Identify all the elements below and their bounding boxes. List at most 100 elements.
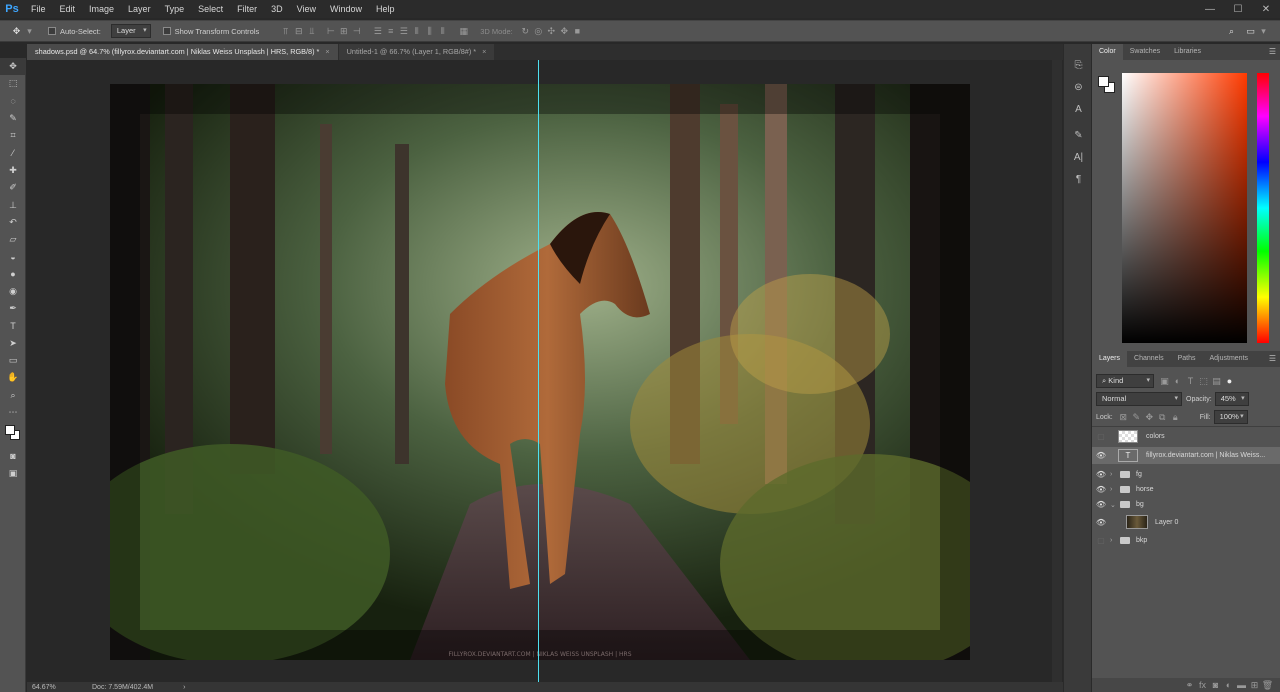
opacity-input[interactable]: 45%: [1214, 392, 1249, 406]
transform-controls-checkbox[interactable]: [162, 27, 171, 35]
tab-swatches[interactable]: Swatches: [1123, 44, 1167, 60]
pen-tool-icon[interactable]: ✒: [0, 300, 26, 317]
close-icon[interactable]: ×: [325, 47, 329, 56]
eye-icon[interactable]: 👁︎: [1092, 518, 1110, 527]
zoom-level[interactable]: 64.67%: [32, 684, 82, 691]
eye-icon[interactable]: 👁︎: [1092, 470, 1110, 479]
align-right-icon[interactable]: ⊣: [350, 26, 363, 37]
mask-icon[interactable]: ◙: [1209, 680, 1222, 690]
distribute-hcenter-icon[interactable]: ⫼: [423, 26, 436, 37]
close-icon[interactable]: ×: [482, 47, 486, 56]
hue-slider[interactable]: [1257, 73, 1269, 343]
filter-adjustment-icon[interactable]: ◐: [1171, 376, 1184, 386]
tab-layers[interactable]: Layers: [1092, 351, 1128, 367]
chevron-right-icon[interactable]: ›: [1110, 486, 1118, 493]
quick-mask-icon[interactable]: ◙: [0, 447, 26, 464]
trash-icon[interactable]: 🗑︎: [1261, 680, 1274, 691]
layer-row-colors[interactable]: ▢ colors: [1092, 428, 1280, 445]
workspace-icon[interactable]: ▭: [1244, 26, 1257, 37]
color-swatches[interactable]: [0, 421, 26, 447]
layer-row-layer0[interactable]: 👁︎ Layer 0: [1092, 512, 1280, 532]
history-icon[interactable]: ⎘: [1064, 54, 1093, 76]
blur-tool-icon[interactable]: ●: [0, 266, 26, 283]
menu-3d[interactable]: 3D: [264, 0, 290, 18]
paragraph-icon[interactable]: ¶: [1064, 168, 1093, 190]
lock-transparent-icon[interactable]: ⊠: [1117, 412, 1130, 423]
fill-input[interactable]: 100%: [1213, 410, 1248, 424]
folder-icon[interactable]: ▬: [1235, 680, 1248, 690]
eraser-tool-icon[interactable]: ▱: [0, 231, 26, 248]
filter-type-icon[interactable]: T: [1184, 376, 1197, 386]
lock-pixels-icon[interactable]: ✎: [1130, 412, 1143, 423]
screen-mode-icon[interactable]: ▣: [0, 465, 26, 482]
quick-select-tool-icon[interactable]: ✎: [0, 110, 26, 127]
link-icon[interactable]: ⚭: [1183, 680, 1196, 691]
chevron-down-icon[interactable]: ▾: [1257, 26, 1270, 37]
status-arrow-icon[interactable]: ›: [183, 684, 185, 691]
menu-select[interactable]: Select: [191, 0, 230, 18]
3d-slide-icon[interactable]: ✥: [558, 26, 571, 37]
tab-color[interactable]: Color: [1092, 44, 1123, 60]
3d-roll-icon[interactable]: ◎: [532, 26, 545, 37]
move-tool-icon[interactable]: ✥: [0, 58, 26, 76]
3d-pan-icon[interactable]: ✣: [545, 26, 558, 37]
color-field[interactable]: [1122, 73, 1247, 343]
filter-kind-dropdown[interactable]: ⌕ Kind: [1096, 374, 1154, 388]
eye-icon[interactable]: 👁︎: [1092, 485, 1110, 494]
marquee-tool-icon[interactable]: ⬚: [0, 75, 26, 92]
layer-row-bg[interactable]: 👁︎ ⌄ bg: [1092, 496, 1280, 513]
lock-artboard-icon[interactable]: ⧉: [1156, 412, 1169, 423]
filter-pixel-icon[interactable]: ▣: [1158, 376, 1171, 387]
tab-channels[interactable]: Channels: [1127, 351, 1171, 367]
chevron-right-icon[interactable]: ›: [1110, 471, 1118, 478]
eye-icon[interactable]: 👁︎: [1092, 500, 1110, 509]
eye-icon[interactable]: 👁︎: [1092, 451, 1110, 460]
align-bottom-icon[interactable]: ⫫: [305, 26, 318, 37]
close-button[interactable]: ✕: [1252, 0, 1280, 18]
path-select-tool-icon[interactable]: ➤: [0, 335, 26, 352]
align-vcenter-icon[interactable]: ⊟: [292, 26, 305, 37]
lock-all-icon[interactable]: 🔒︎: [1169, 412, 1182, 423]
menu-edit[interactable]: Edit: [53, 0, 83, 18]
menu-filter[interactable]: Filter: [230, 0, 264, 18]
properties-icon[interactable]: ⊜: [1064, 76, 1093, 98]
brush-tool-icon[interactable]: ✐: [0, 179, 26, 196]
tab-untitled[interactable]: Untitled-1 @ 66.7% (Layer 1, RGB/8#) * ×: [338, 44, 495, 60]
panel-menu-icon[interactable]: ☰: [1269, 47, 1276, 56]
shape-tool-icon[interactable]: ▭: [0, 352, 26, 369]
distribute-top-icon[interactable]: ☰: [371, 26, 384, 37]
type-tool-icon[interactable]: T: [0, 317, 26, 334]
tab-libraries[interactable]: Libraries: [1167, 44, 1208, 60]
menu-view[interactable]: View: [290, 0, 323, 18]
guide-line[interactable]: [538, 60, 539, 682]
eyedropper-tool-icon[interactable]: ⁄: [0, 144, 26, 161]
document-image[interactable]: FILLYROX.DEVIANTART.COM | NIKLAS WEISS U…: [110, 84, 970, 660]
move-tool-icon[interactable]: ✥: [10, 26, 23, 37]
filter-smart-icon[interactable]: ▤: [1210, 376, 1223, 387]
chevron-down-icon[interactable]: ⌄: [1110, 501, 1118, 509]
history-brush-tool-icon[interactable]: ↶: [0, 214, 26, 231]
distribute-left-icon[interactable]: ⫴: [410, 26, 423, 37]
visibility-toggle[interactable]: ▢: [1092, 536, 1110, 545]
dodge-tool-icon[interactable]: ◉: [0, 283, 26, 300]
chevron-right-icon[interactable]: ›: [1110, 537, 1118, 544]
blend-mode-dropdown[interactable]: Normal: [1096, 392, 1182, 406]
menu-file[interactable]: File: [24, 0, 53, 18]
panel-menu-icon[interactable]: ☰: [1269, 354, 1276, 363]
hand-tool-icon[interactable]: ✋: [0, 369, 26, 386]
align-hcenter-icon[interactable]: ⊞: [337, 26, 350, 37]
tab-paths[interactable]: Paths: [1171, 351, 1203, 367]
layer-row-text[interactable]: 👁︎ T fillyrox.deviantart.com | Niklas We…: [1092, 447, 1280, 464]
tab-adjustments[interactable]: Adjustments: [1203, 351, 1256, 367]
lasso-tool-icon[interactable]: ◌: [0, 93, 26, 110]
foreground-color-swatch[interactable]: [5, 425, 15, 436]
fx-icon[interactable]: fx: [1196, 680, 1209, 690]
menu-window[interactable]: Window: [323, 0, 369, 18]
menu-layer[interactable]: Layer: [121, 0, 158, 18]
minimize-button[interactable]: —: [1196, 0, 1224, 18]
adjustment-icon[interactable]: ◐: [1222, 680, 1235, 690]
character-icon[interactable]: A|: [1064, 146, 1093, 168]
filter-shape-icon[interactable]: ⬚: [1197, 376, 1210, 387]
visibility-toggle[interactable]: ▢: [1092, 432, 1110, 441]
layer-row-bkp[interactable]: ▢ › bkp: [1092, 532, 1280, 549]
